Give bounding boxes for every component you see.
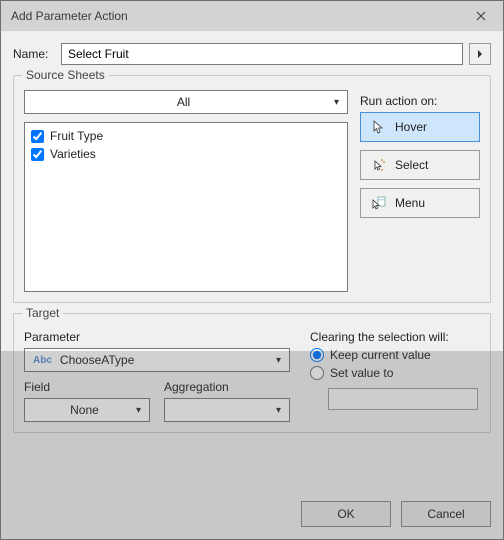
close-button[interactable] — [459, 1, 503, 30]
run-action-label-text: Menu — [395, 196, 425, 210]
parameter-dropdown[interactable]: Abc ChooseAType ▾ — [24, 348, 290, 372]
run-action-select[interactable]: Select — [360, 150, 480, 180]
chevron-down-icon: ▾ — [334, 97, 339, 108]
sheet-checkbox[interactable] — [31, 148, 44, 161]
target-legend: Target — [22, 306, 63, 320]
clearing-set-label: Set value to — [330, 366, 393, 380]
add-parameter-action-dialog: Add Parameter Action Name: Source Sheets… — [0, 0, 504, 540]
run-action-column: Run action on: Hover — [360, 90, 480, 226]
source-sheets-legend: Source Sheets — [22, 68, 109, 82]
run-action-label-text: Select — [395, 158, 428, 172]
dialog-footer: OK Cancel — [1, 495, 503, 539]
sheet-item[interactable]: Fruit Type — [31, 127, 341, 145]
target-group: Target Parameter Abc ChooseAType ▾ Field — [13, 313, 491, 433]
name-label: Name: — [13, 47, 55, 61]
clearing-keep-row[interactable]: Keep current value — [310, 348, 480, 362]
name-row: Name: — [13, 43, 491, 65]
clearing-keep-radio[interactable] — [310, 348, 324, 362]
parameter-label: Parameter — [24, 330, 290, 344]
dialog-title: Add Parameter Action — [11, 9, 128, 23]
sheet-label: Fruit Type — [50, 129, 103, 143]
chevron-down-icon: ▾ — [276, 405, 281, 416]
titlebar: Add Parameter Action — [1, 1, 503, 31]
clearing-label: Clearing the selection will: — [310, 330, 480, 344]
aggregation-label: Aggregation — [164, 380, 290, 394]
source-sheet-value: All — [33, 95, 334, 109]
select-cursor-icon — [371, 158, 387, 172]
sheet-label: Varieties — [50, 147, 96, 161]
field-dropdown[interactable]: None ▾ — [24, 398, 150, 422]
clearing-set-radio[interactable] — [310, 366, 324, 380]
action-name-input[interactable] — [61, 43, 463, 65]
clearing-set-value-input — [328, 388, 478, 410]
hover-cursor-icon — [371, 120, 387, 134]
run-action-hover[interactable]: Hover — [360, 112, 480, 142]
name-menu-button[interactable] — [469, 43, 491, 65]
field-label: Field — [24, 380, 150, 394]
run-action-label-text: Hover — [395, 120, 427, 134]
source-sheet-list: Fruit Type Varieties — [24, 122, 348, 292]
dialog-body: Name: Source Sheets All ▾ Fruit T — [1, 31, 503, 495]
sheet-item[interactable]: Varieties — [31, 145, 341, 163]
sheet-checkbox[interactable] — [31, 130, 44, 143]
field-value: None — [33, 403, 136, 417]
chevron-down-icon: ▾ — [276, 355, 281, 366]
run-action-label: Run action on: — [360, 94, 480, 108]
parameter-value: Abc ChooseAType — [33, 353, 276, 367]
clearing-keep-label: Keep current value — [330, 348, 431, 362]
source-sheet-selector[interactable]: All ▾ — [24, 90, 348, 114]
close-icon — [476, 11, 486, 21]
source-sheets-group: Source Sheets All ▾ Fruit Type — [13, 75, 491, 303]
chevron-down-icon: ▾ — [136, 405, 141, 416]
clearing-set-row[interactable]: Set value to — [310, 366, 480, 380]
caret-right-icon — [477, 49, 483, 59]
ok-button[interactable]: OK — [301, 501, 391, 527]
run-action-menu[interactable]: Menu — [360, 188, 480, 218]
menu-cursor-icon — [371, 196, 387, 210]
abc-type-icon: Abc — [33, 355, 52, 366]
aggregation-dropdown[interactable]: ▾ — [164, 398, 290, 422]
cancel-button[interactable]: Cancel — [401, 501, 491, 527]
